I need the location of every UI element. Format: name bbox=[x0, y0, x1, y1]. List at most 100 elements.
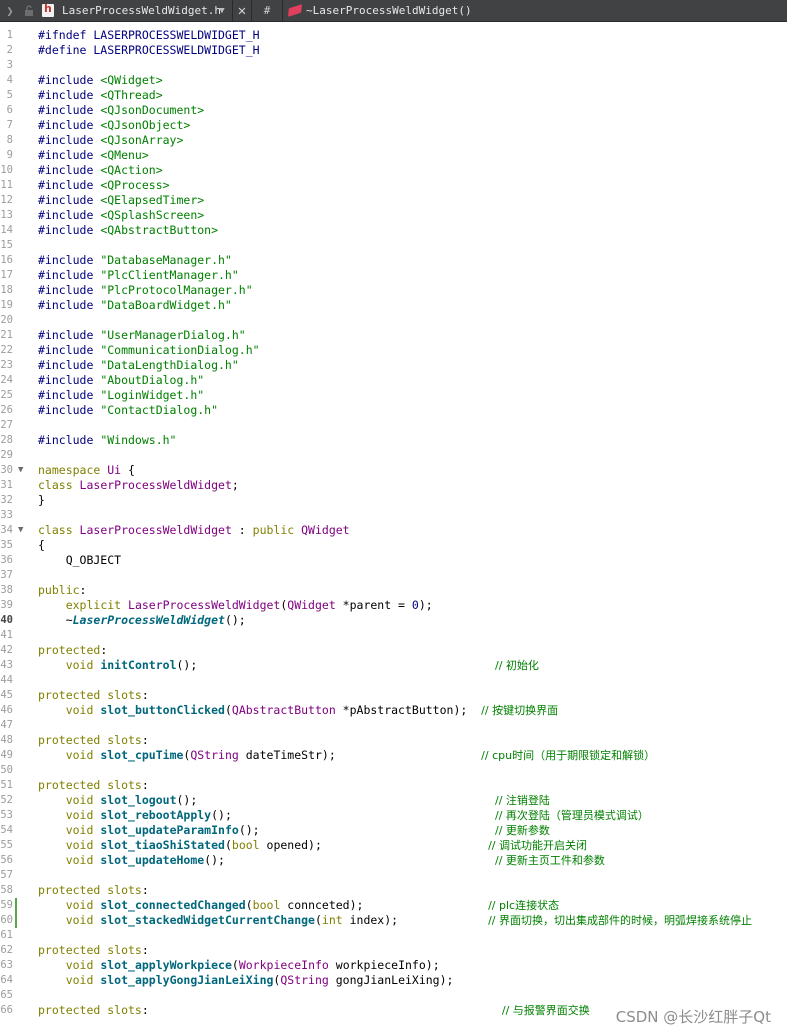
token-kw: int bbox=[321, 913, 343, 927]
close-document-button[interactable]: ✕ bbox=[233, 0, 251, 22]
code-line[interactable]: 64 void slot_applyGongJianLeiXing(QStrin… bbox=[0, 973, 787, 988]
code-line[interactable]: 45 protected slots: bbox=[0, 688, 787, 703]
code-line[interactable]: 30 ▼ namespace Ui { bbox=[0, 463, 787, 478]
token-str: "AboutDialog.h" bbox=[100, 373, 205, 387]
token-kw: namespace bbox=[38, 463, 108, 477]
code-text: public: bbox=[38, 583, 86, 598]
code-line[interactable]: 19 #include "DataBoardWidget.h" bbox=[0, 298, 787, 313]
token-str: <QJsonArray> bbox=[100, 133, 184, 147]
fold-toggle-icon[interactable]: ▼ bbox=[18, 463, 23, 478]
code-line[interactable]: 62 protected slots: bbox=[0, 943, 787, 958]
code-line[interactable]: 8 #include <QJsonArray> bbox=[0, 133, 787, 148]
code-line[interactable]: 35 { bbox=[0, 538, 787, 553]
code-line[interactable]: 58 protected slots: bbox=[0, 883, 787, 898]
code-line[interactable]: 55 void slot_tiaoShiStated(bool opened);… bbox=[0, 838, 787, 853]
token-cm: // 按键切换界面 bbox=[481, 704, 559, 717]
code-line[interactable]: 6 #include <QJsonDocument> bbox=[0, 103, 787, 118]
code-line[interactable]: 4 #include <QWidget> bbox=[0, 73, 787, 88]
code-text: } bbox=[38, 493, 45, 508]
code-line[interactable]: 18 #include "PlcProtocolManager.h" bbox=[0, 283, 787, 298]
code-line[interactable]: 61 bbox=[0, 928, 787, 943]
code-line[interactable]: 20 bbox=[0, 313, 787, 328]
code-line[interactable]: 65 bbox=[0, 988, 787, 1003]
token-kw: explicit bbox=[65, 598, 129, 612]
code-line[interactable]: 1 #ifndef LASERPROCESSWELDWIDGET_H bbox=[0, 28, 787, 43]
code-line[interactable]: 23 #include "DataLengthDialog.h" bbox=[0, 358, 787, 373]
code-line[interactable]: 29 bbox=[0, 448, 787, 463]
lock-toggle[interactable] bbox=[20, 0, 38, 22]
token-str: "PlcProtocolManager.h" bbox=[100, 283, 253, 297]
code-line[interactable]: 27 bbox=[0, 418, 787, 433]
token-str: <QProcess> bbox=[100, 178, 170, 192]
code-line[interactable]: 5 #include <QThread> bbox=[0, 88, 787, 103]
code-line[interactable]: 13 #include <QSplashScreen> bbox=[0, 208, 787, 223]
code-line[interactable]: 49 void slot_cpuTime(QString dateTimeStr… bbox=[0, 748, 787, 763]
code-line[interactable]: 10 #include <QAction> bbox=[0, 163, 787, 178]
code-editor[interactable]: 1 #ifndef LASERPROCESSWELDWIDGET_H 2 #defin… bbox=[0, 22, 787, 1035]
code-line[interactable]: 42 protected: bbox=[0, 643, 787, 658]
token-pl: : bbox=[141, 943, 149, 957]
preprocessor-menu-button[interactable]: # bbox=[252, 0, 282, 22]
code-line[interactable]: 26 #include "ContactDialog.h" bbox=[0, 403, 787, 418]
code-line[interactable]: 60 void slot_stackedWidgetCurrentChange(… bbox=[0, 913, 787, 928]
code-line[interactable]: 47 bbox=[0, 718, 787, 733]
code-line[interactable]: 50 bbox=[0, 763, 787, 778]
token-pl: ( bbox=[224, 703, 232, 717]
code-line[interactable]: 25 #include "LoginWidget.h" bbox=[0, 388, 787, 403]
token-str: <QJsonDocument> bbox=[100, 103, 205, 117]
code-line[interactable]: 36 Q_OBJECT bbox=[0, 553, 787, 568]
code-line[interactable]: 24 #include "AboutDialog.h" bbox=[0, 373, 787, 388]
code-line[interactable]: 3 bbox=[0, 58, 787, 73]
code-line[interactable]: 44 bbox=[0, 673, 787, 688]
code-text: #include <QAbstractButton> bbox=[38, 223, 218, 238]
code-line[interactable]: 14 #include <QAbstractButton> bbox=[0, 223, 787, 238]
code-line[interactable]: 12 #include <QElapsedTimer> bbox=[0, 193, 787, 208]
code-line[interactable]: 34 ▼ class LaserProcessWeldWidget : public… bbox=[0, 523, 787, 538]
code-line[interactable]: 54 void slot_updateParamInfo(); // 更新参数 bbox=[0, 823, 787, 838]
line-number: 4 bbox=[6, 74, 13, 86]
back-button[interactable]: ❯ bbox=[0, 0, 20, 22]
code-line[interactable]: 17 #include "PlcClientManager.h" bbox=[0, 268, 787, 283]
chevron-left-icon: ❯ bbox=[6, 3, 14, 18]
line-number: 7 bbox=[6, 119, 13, 131]
code-line[interactable]: 46 void slot_buttonClicked(QAbstractButt… bbox=[0, 703, 787, 718]
code-line[interactable]: 40 ~LaserProcessWeldWidget(); bbox=[0, 613, 787, 628]
code-line[interactable]: 21 #include "UserManagerDialog.h" bbox=[0, 328, 787, 343]
code-line[interactable]: 41 bbox=[0, 628, 787, 643]
code-line[interactable]: 39 explicit LaserProcessWeldWidget(QWidg… bbox=[0, 598, 787, 613]
code-text: #include "DataLengthDialog.h" bbox=[38, 358, 239, 373]
fold-toggle-icon[interactable]: ▼ bbox=[18, 523, 23, 538]
code-line[interactable]: 31 class LaserProcessWeldWidget; bbox=[0, 478, 787, 493]
code-line[interactable]: 32} bbox=[0, 493, 787, 508]
code-line[interactable]: 38 public: bbox=[0, 583, 787, 598]
code-text: #include "Windows.h" bbox=[38, 433, 176, 448]
code-line[interactable]: 15 bbox=[0, 238, 787, 253]
code-line[interactable]: 22 #include "CommunicationDialog.h" bbox=[0, 343, 787, 358]
code-line[interactable]: 63 void slot_applyWorkpiece(WorkpieceInf… bbox=[0, 958, 787, 973]
code-line[interactable]: 9 #include <QMenu> bbox=[0, 148, 787, 163]
code-line[interactable]: 52 void slot_logout(); // 注销登陆 bbox=[0, 793, 787, 808]
code-line[interactable]: 51 protected slots: bbox=[0, 778, 787, 793]
line-number: 51 bbox=[0, 779, 13, 791]
code-line[interactable]: 28 #include "Windows.h" bbox=[0, 433, 787, 448]
code-line[interactable]: 2 #define LASERPROCESSWELDWIDGET_H bbox=[0, 43, 787, 58]
token-kw: void bbox=[65, 898, 101, 912]
code-line[interactable]: 53 void slot_rebootApply(); // 再次登陆（管理员模… bbox=[0, 808, 787, 823]
code-text: void slot_cpuTime(QString dateTimeStr); … bbox=[38, 748, 655, 763]
code-line[interactable]: 7 #include <QJsonObject> bbox=[0, 118, 787, 133]
code-line[interactable]: 33 bbox=[0, 508, 787, 523]
token-cm: // plc连接状态 bbox=[488, 899, 560, 912]
code-line[interactable]: 37 bbox=[0, 568, 787, 583]
code-line[interactable]: 43 void initControl(); // 初始化 bbox=[0, 658, 787, 673]
code-line[interactable]: 48 protected slots: bbox=[0, 733, 787, 748]
open-document-selector[interactable]: LaserProcessWeldWidget.h ▼ bbox=[38, 0, 232, 22]
code-line[interactable]: 56 void slot_updateHome(); // 更新主页工件和参数 bbox=[0, 853, 787, 868]
code-line[interactable]: 11 #include <QProcess> bbox=[0, 178, 787, 193]
token-kw: public bbox=[252, 523, 302, 537]
code-line[interactable]: 57 bbox=[0, 868, 787, 883]
symbol-selector[interactable]: ~LaserProcessWeldWidget() bbox=[283, 0, 472, 22]
token-str: "Windows.h" bbox=[100, 433, 177, 447]
code-line[interactable]: 59 void slot_connectedChanged(bool connc… bbox=[0, 898, 787, 913]
code-line[interactable]: 16 #include "DatabaseManager.h" bbox=[0, 253, 787, 268]
token-pl: dateTimeStr); bbox=[238, 748, 482, 762]
